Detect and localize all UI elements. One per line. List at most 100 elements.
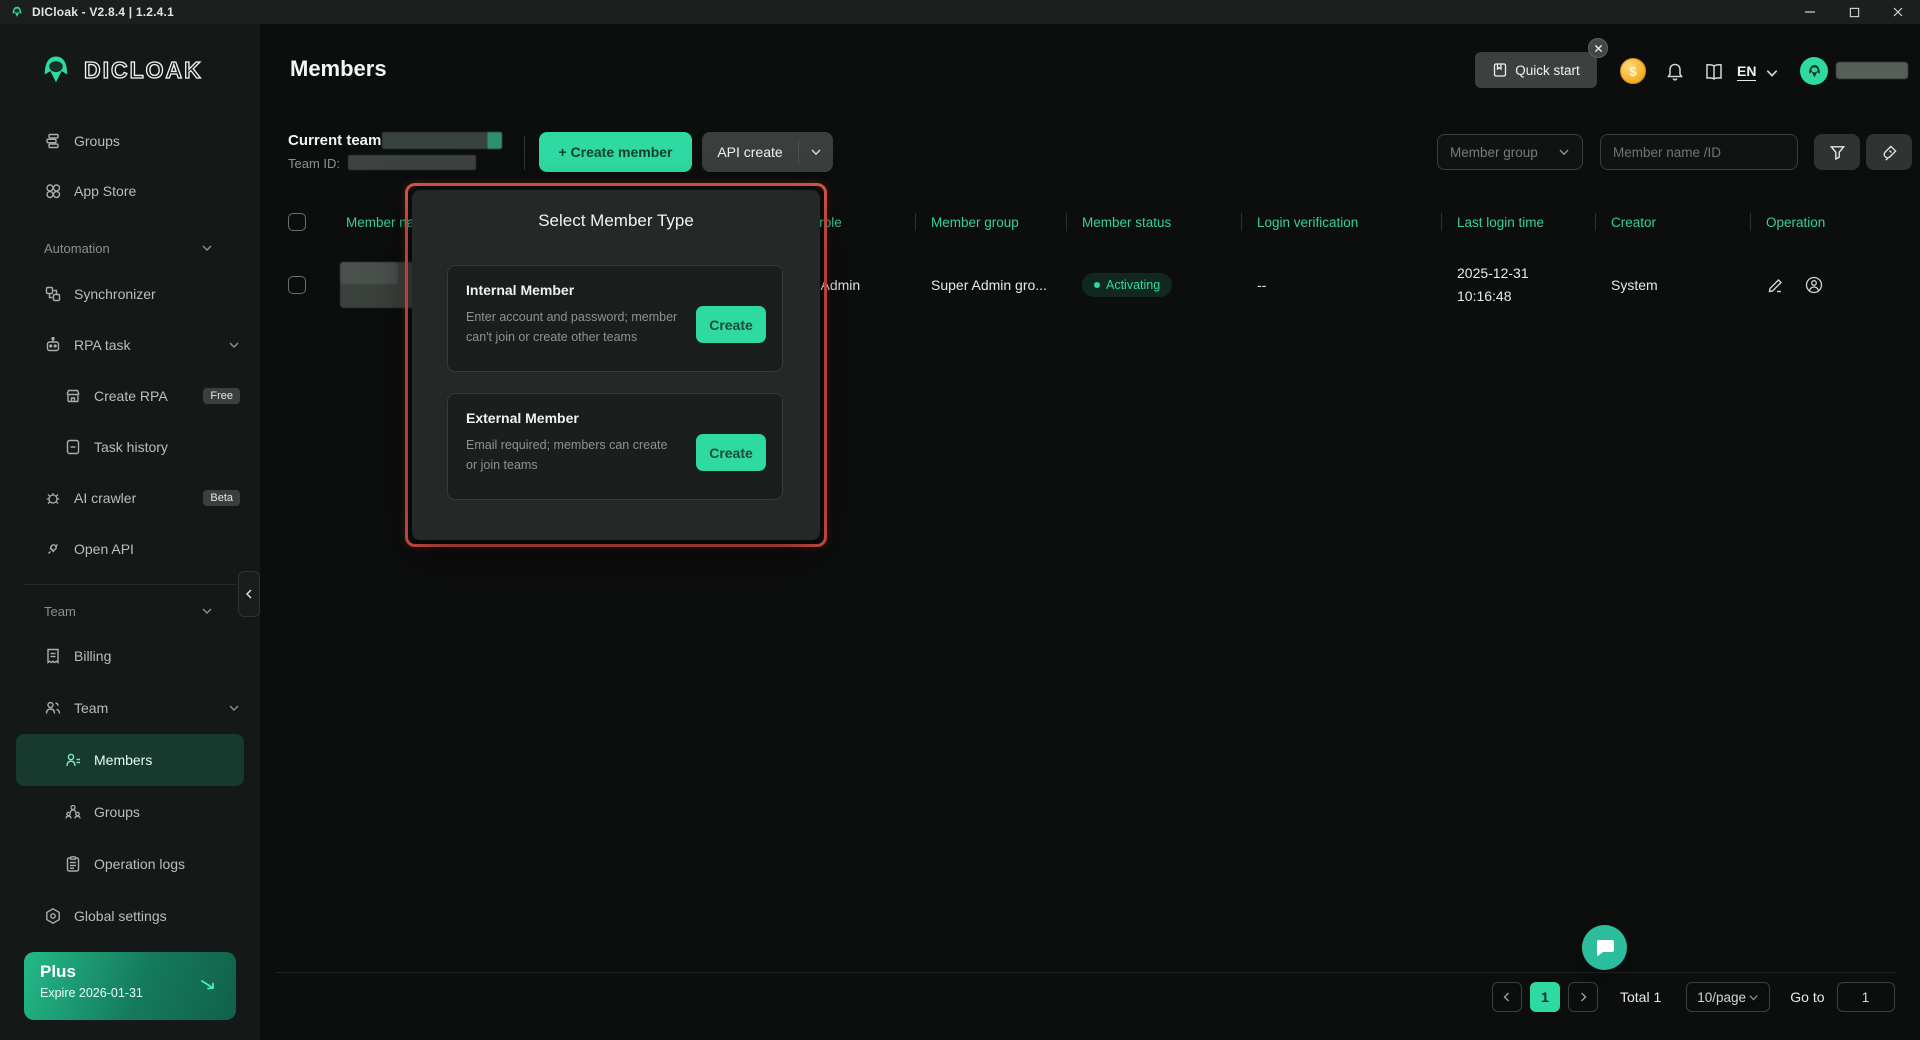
avatar-hood-icon [1806,63,1823,80]
create-internal-member-button[interactable]: Create [696,306,766,343]
create-external-member-button[interactable]: Create [696,434,766,471]
create-rpa-icon [64,387,82,405]
member-group-select[interactable]: Member group [1437,134,1583,170]
sidebar-item-open-api[interactable]: Open API [0,523,260,574]
guide-book-icon [1492,62,1508,78]
plus-subscription-card[interactable]: Plus Expire 2026-01-31 [24,952,236,1020]
app-logo-icon [10,5,24,19]
chevron-left-icon [1502,992,1512,1002]
sidebar-divider [24,584,236,585]
sidebar-section-automation[interactable]: Automation [0,234,260,262]
current-team-name-redacted [382,132,502,149]
dicloak-hood-icon [38,52,74,88]
open-api-icon [44,540,62,558]
section-collapse-caret-icon [202,243,212,253]
member-search-input[interactable] [1613,145,1790,160]
select-all-checkbox[interactable] [288,213,306,231]
current-team-label: Current team: [288,132,386,149]
clear-filters-button[interactable] [1866,134,1912,170]
chevron-down-icon [1558,146,1570,158]
chevron-down-icon[interactable] [1765,66,1779,80]
sidebar-item-operation-logs[interactable]: Operation logs [0,838,260,890]
chevron-right-icon [1578,992,1588,1002]
brand-logo: DICLOAK [38,50,260,90]
chat-bubble-icon [1594,937,1616,959]
internal-member-card: Internal Member Enter account and passwo… [447,265,783,372]
sidebar-item-create-rpa[interactable]: Create RPA Free [0,370,260,421]
brush-clean-icon [1881,144,1898,161]
chevron-left-icon [244,589,254,599]
goto-page-input[interactable] [1837,982,1895,1012]
member-profile-icon[interactable] [1804,275,1824,295]
api-create-button[interactable]: API create [702,132,833,172]
edit-pencil-icon[interactable] [1766,275,1786,295]
page-title: Members [290,56,387,82]
sidebar-item-groups[interactable]: Groups [0,116,260,166]
sidebar-item-members[interactable]: Members [16,734,244,786]
global-settings-icon [44,907,62,925]
window-title: DICloak - V2.8.4 | 1.2.4.1 [32,5,174,19]
section-collapse-caret-icon [202,606,212,616]
col-last-login-time[interactable]: Last login time [1441,205,1595,239]
col-login-verification[interactable]: Login verification [1241,205,1441,239]
last-login-cell: 2025-12-31 10:16:48 [1441,239,1595,330]
col-member-group[interactable]: Member group [915,205,1066,239]
row-checkbox[interactable] [288,276,306,294]
groups-icon [44,132,62,150]
quick-start-close-icon[interactable] [1588,38,1608,58]
notifications-bell-icon[interactable] [1664,61,1686,83]
free-badge: Free [203,388,240,404]
sidebar-item-global-settings[interactable]: Global settings [0,890,260,942]
member-status-cell: Activating [1066,239,1241,330]
operation-logs-icon [64,855,82,873]
sidebar-item-team[interactable]: Team [0,682,260,734]
window-titlebar: DICloak - V2.8.4 | 1.2.4.1 [0,0,1920,24]
create-member-button[interactable]: + Create member [539,132,692,172]
sidebar-item-rpa-task[interactable]: RPA task [0,319,260,370]
minimize-button[interactable] [1788,0,1832,24]
user-avatar[interactable] [1800,57,1828,85]
member-group-cell: Super Admin gro... [915,239,1066,330]
team-icon [44,699,62,717]
next-page-button[interactable] [1568,982,1598,1012]
filter-button[interactable] [1814,134,1860,170]
sidebar-collapse-handle[interactable] [238,571,260,617]
close-button[interactable] [1876,0,1920,24]
coin-balance-icon[interactable]: $ [1620,58,1646,84]
quick-start-button[interactable]: Quick start [1475,52,1597,88]
docs-book-icon[interactable] [1703,61,1725,83]
team-id-label: Team ID: [288,156,340,171]
plan-expiry: Expire 2026-01-31 [40,986,220,1000]
maximize-button[interactable] [1832,0,1876,24]
total-count: Total 1 [1620,989,1661,1005]
pagination: 1 Total 1 10/page Go to [1492,982,1895,1012]
language-selector[interactable]: EN [1737,63,1756,81]
sidebar-section-team[interactable]: Team [0,597,260,625]
col-member-status[interactable]: Member status [1066,205,1241,239]
support-chat-button[interactable] [1582,925,1627,970]
plan-name: Plus [40,962,220,982]
app-store-icon [44,182,62,200]
login-verification-cell: -- [1241,239,1441,330]
col-operation[interactable]: Operation [1750,205,1896,239]
toolbar-divider [524,136,525,170]
upgrade-arrow-icon [200,978,218,992]
prev-page-button[interactable] [1492,982,1522,1012]
member-search-box [1600,134,1798,170]
sidebar-item-billing[interactable]: Billing [0,630,260,682]
sidebar-item-task-history[interactable]: Task history [0,421,260,472]
page-number-current[interactable]: 1 [1530,982,1560,1012]
col-creator[interactable]: Creator [1595,205,1750,239]
external-member-description: Email required; members can create or jo… [466,435,678,475]
api-create-dropdown[interactable] [799,132,833,172]
sidebar-item-team-groups[interactable]: Groups [0,786,260,838]
team-id-redacted [348,155,476,170]
sidebar-item-ai-crawler[interactable]: AI crawler Beta [0,472,260,523]
funnel-filter-icon [1829,144,1846,161]
sidebar-item-synchronizer[interactable]: Synchronizer [0,268,260,319]
sidebar-item-app-store[interactable]: App Store [0,166,260,216]
creator-cell: System [1595,239,1750,330]
page-size-select[interactable]: 10/page [1686,982,1770,1012]
members-icon [64,751,82,769]
chevron-down-icon [810,146,822,158]
